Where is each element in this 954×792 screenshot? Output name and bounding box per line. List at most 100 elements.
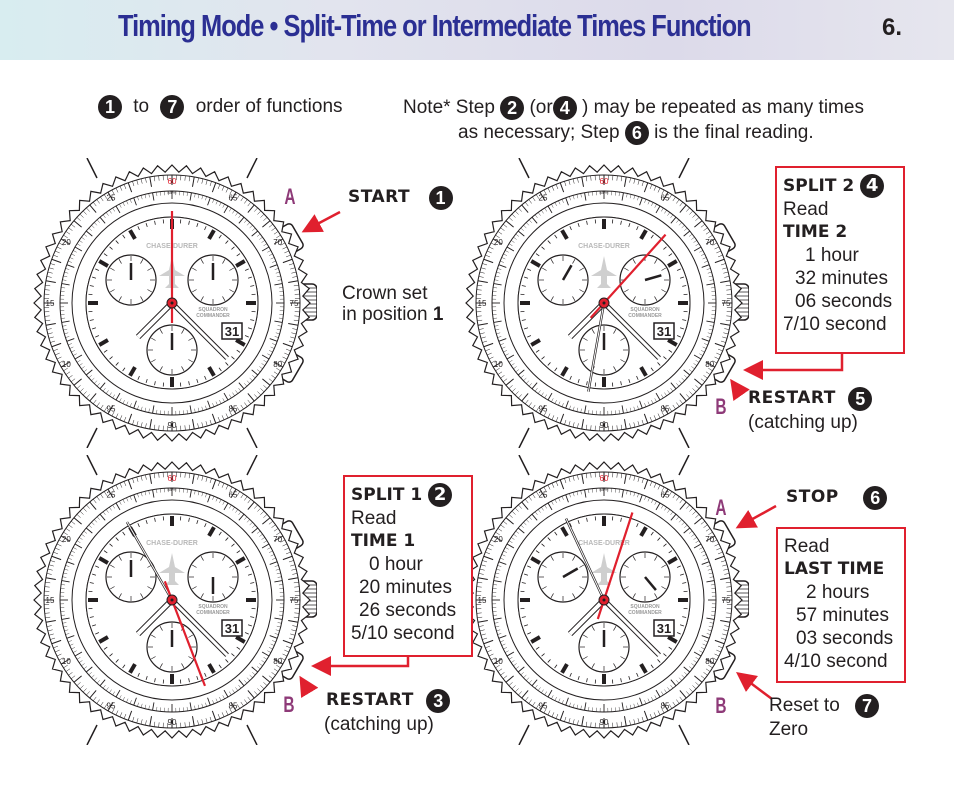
tenths-value: 5/10 second	[351, 623, 455, 644]
pusher-a-label: A	[715, 495, 727, 520]
split2-box: SPLIT 2 4 Read TIME 2 1 hour 32 minutes …	[775, 166, 905, 354]
bezel-number: 15	[46, 596, 55, 605]
bezel-number: 15	[478, 596, 487, 605]
legend-text: order of functions	[195, 96, 343, 118]
model-name: COMMANDER	[196, 313, 230, 319]
hours-value: 2 hours	[806, 582, 870, 603]
bezel-number: 90	[600, 718, 609, 727]
bezel-number: 95	[539, 702, 548, 711]
bezel-number: 95	[539, 405, 548, 414]
pusher-b-label: B	[715, 693, 727, 718]
bezel-number: 70	[273, 535, 282, 544]
note-text: as necessary; Step	[458, 122, 620, 144]
bezel-number: 10	[62, 360, 71, 369]
bezel-number: 95	[107, 405, 116, 414]
pusher-b-label: B	[715, 394, 727, 419]
bezel-number: 20	[62, 535, 71, 544]
bezel-number: 85	[661, 405, 670, 414]
last-time-box: Read LAST TIME 2 hours 57 minutes 03 sec…	[776, 527, 906, 683]
note-text: is the final reading.	[654, 122, 814, 144]
page-title: Timing Mode • Split-Time or Intermediate…	[118, 8, 752, 43]
bezel-number: 15	[478, 299, 487, 308]
crown-note-line2: in position 1	[342, 304, 443, 325]
model-name: COMMANDER	[628, 610, 662, 616]
watch-illustration-split1: 606570758085909510152025MPHCHASE-DURERSQ…	[33, 455, 317, 745]
hand-pinion-center	[602, 598, 606, 602]
bezel-number: 90	[168, 718, 177, 727]
hours-value: 1 hour	[805, 245, 859, 266]
box-title: SPLIT 2 4	[783, 174, 897, 198]
read-label: Read	[351, 508, 397, 529]
step-badge: 2	[500, 95, 525, 120]
pusher-a-label: A	[284, 184, 296, 209]
bezel-number: 85	[229, 405, 238, 414]
bezel-number: 10	[62, 657, 71, 666]
bezel-number: 70	[273, 238, 282, 247]
minutes-value: 32 minutes	[795, 268, 888, 289]
bezel-number: 75	[722, 596, 731, 605]
note-text: Note* Step	[403, 97, 495, 118]
bezel-number: 85	[229, 702, 238, 711]
restart3-label: RESTART 3	[326, 689, 451, 713]
action-subtext: (catching up)	[324, 714, 434, 735]
bezel-number: 65	[661, 490, 670, 499]
step-badge: 2	[428, 483, 453, 507]
page-header: Timing Mode • Split-Time or Intermediate…	[0, 0, 954, 60]
bezel-number: 25	[539, 193, 548, 202]
step-badge: 4	[860, 174, 885, 198]
seconds-value: 26 seconds	[359, 600, 457, 621]
seconds-value: 06 seconds	[795, 291, 893, 312]
step-badge: 1	[98, 95, 122, 119]
action-label: STOP	[786, 487, 839, 508]
bezel-number: 80	[705, 360, 714, 369]
repeat-note: Note* Step 2 (or 4 ) may be repeated as m…	[403, 95, 864, 121]
bezel-number: 70	[705, 535, 714, 544]
bezel-unit: MPH	[168, 190, 177, 195]
bezel-number: 25	[107, 490, 116, 499]
tenths-value: 7/10 second	[783, 314, 887, 335]
action-label: START	[348, 187, 411, 208]
crown-note: Crown set in position 1	[342, 283, 443, 325]
step-badge: 1	[428, 186, 453, 210]
bezel-number: 60	[600, 474, 609, 483]
bezel-unit: MPH	[168, 487, 177, 492]
bezel-number: 10	[494, 360, 503, 369]
hand-pinion-center	[602, 301, 606, 305]
bezel-number: 60	[168, 474, 177, 483]
box-title: SPLIT 1 2	[351, 483, 465, 507]
date-value: 31	[225, 324, 239, 339]
note-text: (or	[529, 97, 553, 118]
bezel-number: 60	[600, 177, 609, 186]
time-label: LAST TIME	[784, 559, 885, 579]
page-number: 6.	[882, 14, 903, 41]
brand-logo: CHASE-DURER	[578, 243, 630, 250]
repeat-note-line2: as necessary; Step 6 is the final readin…	[458, 121, 814, 145]
time-label: TIME 1	[351, 531, 416, 551]
bezel-unit: MPH	[600, 190, 609, 195]
hours-value: 0 hour	[369, 554, 423, 575]
bezel-number: 80	[273, 360, 282, 369]
read-label: Read	[784, 536, 830, 557]
date-value: 31	[657, 324, 671, 339]
date-value: 31	[225, 621, 239, 636]
bezel-number: 20	[494, 535, 503, 544]
split1-box: SPLIT 1 2 Read TIME 1 0 hour 20 minutes …	[343, 475, 473, 657]
watch-illustration-split2: 606570758085909510152025MPHCHASE-DURERSQ…	[465, 158, 749, 448]
step-badge: 7	[855, 694, 880, 718]
reset-label: Reset to 7 Zero	[769, 694, 880, 741]
step-badge: 6	[863, 486, 888, 510]
box-title-text: SPLIT 1	[351, 485, 423, 505]
action-label: RESTART	[748, 388, 836, 409]
bezel-number: 65	[661, 193, 670, 202]
crown-note-text: in position	[342, 304, 428, 325]
bezel-number: 25	[539, 490, 548, 499]
date-value: 31	[657, 621, 671, 636]
read-label: Read	[783, 199, 829, 220]
bezel-number: 65	[229, 490, 238, 499]
bezel-number: 25	[107, 193, 116, 202]
action-subtext: (catching up)	[748, 412, 858, 433]
bezel-number: 80	[705, 657, 714, 666]
start-label: START 1	[348, 186, 453, 210]
crown-position: 1	[432, 304, 444, 325]
watch-illustration-start: 606570758085909510152025MPHCHASE-DURERSQ…	[33, 158, 317, 448]
